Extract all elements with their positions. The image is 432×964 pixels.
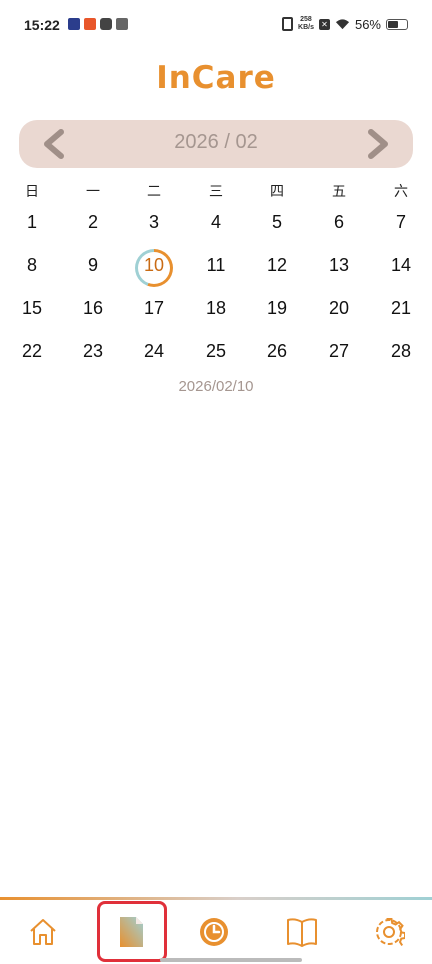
no-sim-icon: ✕: [318, 18, 330, 30]
weekday-header: 日一二三四五六: [0, 181, 432, 201]
week-row: 22 23 24 25 26 27 28: [0, 341, 432, 371]
app-title: InCare: [156, 60, 276, 96]
nav-settings-button[interactable]: [369, 912, 409, 952]
network-speed-value: 258: [300, 16, 312, 23]
calendar-day[interactable]: 11: [191, 255, 241, 276]
weekday-label: 日: [25, 184, 39, 200]
calendar-day[interactable]: 5: [252, 212, 302, 233]
network-speed: 258 KB/s: [298, 16, 314, 32]
calendar-day[interactable]: 26: [252, 341, 302, 362]
clock-icon: [200, 918, 228, 946]
calendar-day[interactable]: 15: [7, 298, 57, 319]
calendar-day[interactable]: 7: [376, 212, 426, 233]
week-row: 8 9 10 11 12 13 14: [0, 249, 432, 287]
weekday-label: 五: [332, 184, 346, 200]
weekday-label: 二: [147, 184, 161, 200]
home-icon: [30, 919, 56, 945]
status-bar: 15:22 258 KB/s ✕ 56%: [0, 0, 432, 52]
vibrate-icon: [282, 17, 294, 31]
bottom-nav: [0, 900, 432, 964]
notification-app-icon: [100, 18, 112, 30]
calendar-day[interactable]: 14: [376, 255, 426, 276]
weekday-label: 四: [270, 184, 284, 200]
notification-app-icon: [84, 18, 96, 30]
month-navigator: 2026 / 02: [19, 120, 413, 168]
notification-app-icon: [116, 18, 128, 30]
selected-date: 2026/02/10: [178, 378, 254, 395]
nav-home-button[interactable]: [23, 912, 63, 952]
calendar-day[interactable]: 16: [68, 298, 118, 319]
book-icon: [287, 918, 317, 947]
calendar-day[interactable]: 12: [252, 255, 302, 276]
calendar-day[interactable]: 3: [129, 212, 179, 233]
calendar-day[interactable]: 2: [68, 212, 118, 233]
status-time: 15:22: [24, 17, 60, 33]
calendar-day[interactable]: 8: [7, 255, 57, 276]
week-row: 15 16 17 18 19 20 21: [0, 298, 432, 328]
calendar-day[interactable]: 4: [191, 212, 241, 233]
calendar-day[interactable]: 13: [314, 255, 364, 276]
highlight-box: [97, 901, 167, 962]
home-indicator: [160, 958, 302, 962]
nav-guide-button[interactable]: [282, 912, 322, 952]
wifi-icon: [335, 19, 350, 30]
weekday-label: 一: [86, 184, 100, 200]
month-label: 2026 / 02: [174, 131, 258, 153]
calendar-day[interactable]: 23: [68, 341, 118, 362]
gear-icon: [376, 918, 405, 946]
calendar-day[interactable]: 17: [129, 298, 179, 319]
battery-fill: [388, 20, 398, 28]
network-speed-unit: KB/s: [298, 24, 314, 31]
calendar-day[interactable]: 6: [314, 212, 364, 233]
week-row: 1234567: [0, 212, 432, 242]
status-right: 258 KB/s ✕ 56%: [282, 16, 408, 32]
calendar-day[interactable]: 20: [314, 298, 364, 319]
calendar-day[interactable]: 18: [191, 298, 241, 319]
calendar-day[interactable]: 28: [376, 341, 426, 362]
calendar-day-today[interactable]: 10: [129, 255, 179, 276]
calendar-day[interactable]: 24: [129, 341, 179, 362]
calendar-day[interactable]: 19: [252, 298, 302, 319]
calendar-day[interactable]: 25: [191, 341, 241, 362]
nav-history-button[interactable]: [194, 912, 234, 952]
calendar-day[interactable]: 9: [68, 255, 118, 276]
notification-icons: [68, 18, 128, 30]
calendar-day[interactable]: 21: [376, 298, 426, 319]
calendar-day[interactable]: 1: [7, 212, 57, 233]
weekday-label: 三: [209, 184, 223, 200]
battery-icon: [386, 18, 408, 30]
battery-percent: 56%: [354, 16, 381, 32]
next-month-button[interactable]: [359, 126, 395, 162]
weekday-label: 六: [394, 184, 408, 200]
notification-app-icon: [68, 18, 80, 30]
calendar-day[interactable]: 27: [314, 341, 364, 362]
calendar-day[interactable]: 22: [7, 341, 57, 362]
